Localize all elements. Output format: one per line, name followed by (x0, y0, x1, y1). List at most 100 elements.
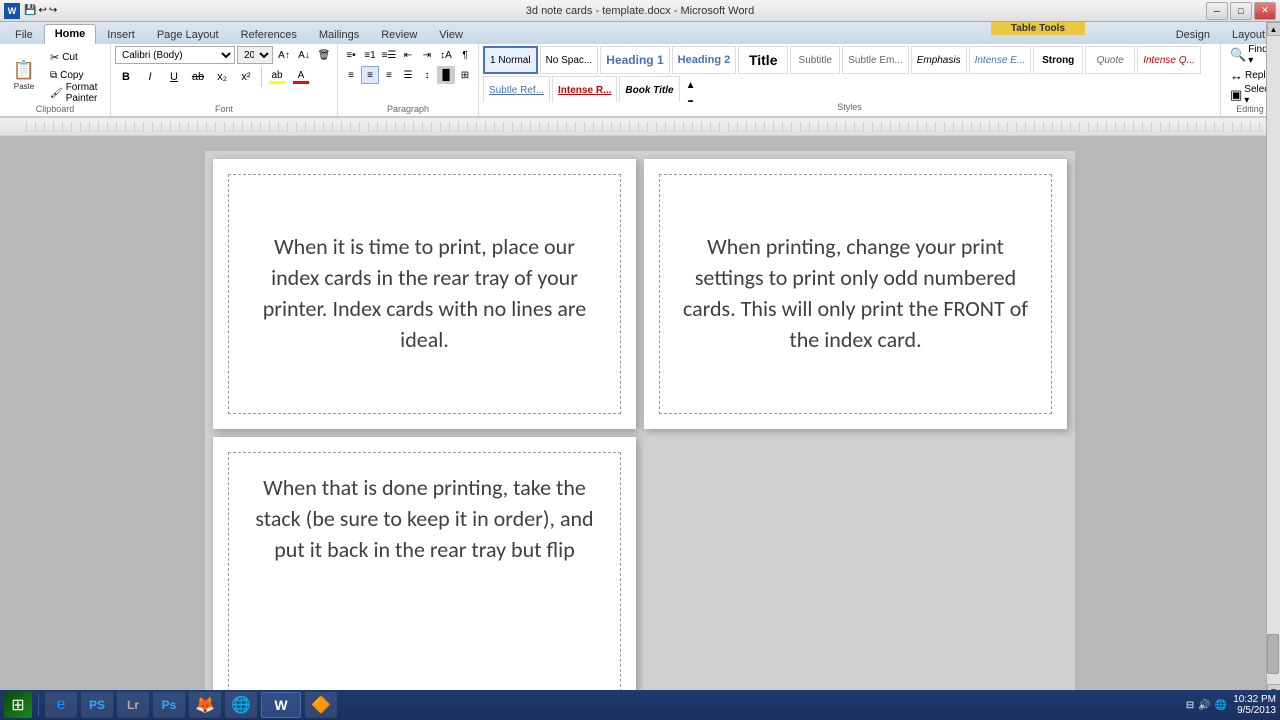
ruler-bar (26, 122, 1272, 132)
bullets-button[interactable]: ≡• (342, 46, 360, 64)
tab-view[interactable]: View (428, 24, 474, 44)
tab-mailings[interactable]: Mailings (308, 24, 370, 44)
card-4-outer (644, 437, 1067, 706)
tab-references[interactable]: References (230, 24, 308, 44)
paragraph-label: Paragraph (342, 104, 474, 114)
multilevel-list-button[interactable]: ≡☰ (380, 46, 398, 64)
card-2-inner[interactable]: When printing, change your print setting… (659, 174, 1052, 414)
bold-button[interactable]: B (115, 66, 137, 88)
text-highlight-button[interactable]: ab (266, 66, 288, 88)
style-intensee[interactable]: Intense E... (969, 46, 1032, 74)
align-left-button[interactable]: ≡ (342, 66, 360, 84)
date: 9/5/2013 (1233, 705, 1276, 716)
superscript-button[interactable]: x² (235, 66, 257, 88)
font-color-button[interactable]: A (290, 66, 312, 88)
card-3-text: When that is done printing, take the sta… (249, 473, 600, 565)
style-heading2[interactable]: Heading 2 (672, 46, 737, 74)
format-painter-button[interactable]: 🖌Format Painter (46, 85, 106, 101)
align-right-button[interactable]: ≡ (380, 66, 398, 84)
redo-icon[interactable]: ↪ (49, 5, 57, 16)
ribbon-content: 📋 Paste ✂Cut ⧉Copy 🖌Format Painter (0, 44, 1280, 118)
style-quote[interactable]: Quote (1085, 46, 1135, 74)
document-area: When it is time to print, place our inde… (0, 136, 1280, 706)
undo-icon[interactable]: ↩ (38, 5, 46, 16)
start-button[interactable]: ⊞ (4, 692, 32, 718)
style-intenseq[interactable]: Intense Q... (1137, 46, 1201, 74)
font-group: Calibri (Body) 20 A↑ A↓ 🗑 B I U ab x₂ x² (111, 44, 338, 116)
taskbar-chrome[interactable]: 🌐 (225, 692, 257, 718)
tab-insert[interactable]: Insert (96, 24, 146, 44)
style-subtleref[interactable]: Subtle Ref... (483, 76, 550, 102)
minimize-button[interactable]: ─ (1206, 2, 1228, 20)
close-button[interactable]: ✕ (1254, 2, 1276, 20)
style-subtleemph[interactable]: Subtle Em... (842, 46, 908, 74)
clear-format-button[interactable]: 🗑 (315, 46, 333, 64)
style-normal[interactable]: 1 Normal (483, 46, 538, 74)
italic-button[interactable]: I (139, 66, 161, 88)
taskbar-lr[interactable]: Lr (117, 692, 149, 718)
title-bar: W 💾 ↩ ↪ 3d note cards - template.docx - … (0, 0, 1280, 22)
align-center-button[interactable]: ≡ (361, 66, 379, 84)
grow-font-button[interactable]: A↑ (275, 46, 293, 64)
system-tray: ⊟ 🔊 🌐 (1186, 700, 1227, 711)
justify-button[interactable]: ☰ (399, 66, 417, 84)
taskbar-ps[interactable]: PS (81, 692, 113, 718)
tray-icon-2[interactable]: 🔊 (1198, 700, 1210, 711)
underline-button[interactable]: U (163, 66, 185, 88)
save-icon[interactable]: 💾 (24, 5, 36, 16)
tray-icon-1[interactable]: ⊟ (1186, 700, 1194, 711)
taskbar-word[interactable]: W (261, 692, 301, 718)
taskbar-vlc[interactable]: 🔶 (305, 692, 337, 718)
shrink-font-button[interactable]: A↓ (295, 46, 313, 64)
style-strong[interactable]: Strong (1033, 46, 1083, 74)
paste-button[interactable]: 📋 Paste (4, 49, 44, 101)
numbering-button[interactable]: ≡1 (361, 46, 379, 64)
shading-button[interactable]: █ (437, 66, 455, 84)
card-3-inner[interactable]: When that is done printing, take the sta… (228, 452, 621, 692)
tab-file[interactable]: File (4, 24, 44, 44)
sort-button[interactable]: ↕A (437, 46, 455, 64)
strikethrough-button[interactable]: ab (187, 66, 209, 88)
document-page: When it is time to print, place our inde… (205, 151, 1075, 706)
tray-icon-3[interactable]: 🌐 (1215, 700, 1227, 711)
borders-button[interactable]: ⊞ (456, 66, 474, 84)
style-emphasis[interactable]: Emphasis (911, 46, 967, 74)
style-nospace[interactable]: No Spac... (540, 46, 599, 74)
ribbon-container: Table Tools File Home Insert Page Layout… (0, 22, 1280, 118)
tab-design[interactable]: Design (1165, 24, 1221, 44)
taskbar: ⊞ e PS Lr Ps 🦊 🌐 W 🔶 ⊟ 🔊 🌐 10:32 PM 9/5/… (0, 690, 1280, 720)
copy-button[interactable]: ⧉Copy (46, 67, 106, 83)
vscrollbar[interactable]: ▲ ▼ (1266, 136, 1280, 698)
styles-scroll-up[interactable]: ▲ (682, 76, 700, 94)
styles-scroll-down[interactable]: ▼ (682, 94, 700, 102)
style-heading1[interactable]: Heading 1 (600, 46, 669, 74)
increase-indent-button[interactable]: ⇥ (418, 46, 436, 64)
line-spacing-button[interactable]: ↕ (418, 66, 436, 84)
style-booktitle[interactable]: Book Title (619, 76, 679, 102)
font-name-select[interactable]: Calibri (Body) (115, 46, 235, 64)
taskbar-ps2[interactable]: Ps (153, 692, 185, 718)
card-1-inner[interactable]: When it is time to print, place our inde… (228, 174, 621, 414)
card-2-outer: When printing, change your print setting… (644, 159, 1067, 429)
clipboard-label: Clipboard (36, 104, 75, 114)
tab-pagelayout[interactable]: Page Layout (146, 24, 230, 44)
taskbar-ff[interactable]: 🦊 (189, 692, 221, 718)
taskbar-ie[interactable]: e (45, 692, 77, 718)
decrease-indent-button[interactable]: ⇤ (399, 46, 417, 64)
clock[interactable]: 10:32 PM 9/5/2013 (1233, 694, 1276, 716)
style-intenser[interactable]: Intense R... (552, 76, 617, 102)
card-2-text: When printing, change your print setting… (680, 232, 1031, 355)
style-title[interactable]: Title (738, 46, 788, 74)
clipboard-group: 📋 Paste ✂Cut ⧉Copy 🖌Format Painter (0, 44, 111, 116)
styles-group: 1 Normal No Spac... Heading 1 Heading 2 … (479, 44, 1221, 116)
vscroll-thumb[interactable] (1267, 634, 1279, 674)
maximize-button[interactable]: □ (1230, 2, 1252, 20)
tab-home[interactable]: Home (44, 24, 97, 44)
subscript-button[interactable]: x₂ (211, 66, 233, 88)
show-formatting-button[interactable]: ¶ (456, 46, 474, 64)
card-1-text: When it is time to print, place our inde… (249, 232, 600, 355)
cut-button[interactable]: ✂Cut (46, 49, 106, 65)
font-size-select[interactable]: 20 (237, 46, 273, 64)
tab-review[interactable]: Review (370, 24, 428, 44)
style-subtitle[interactable]: Subtitle (790, 46, 840, 74)
